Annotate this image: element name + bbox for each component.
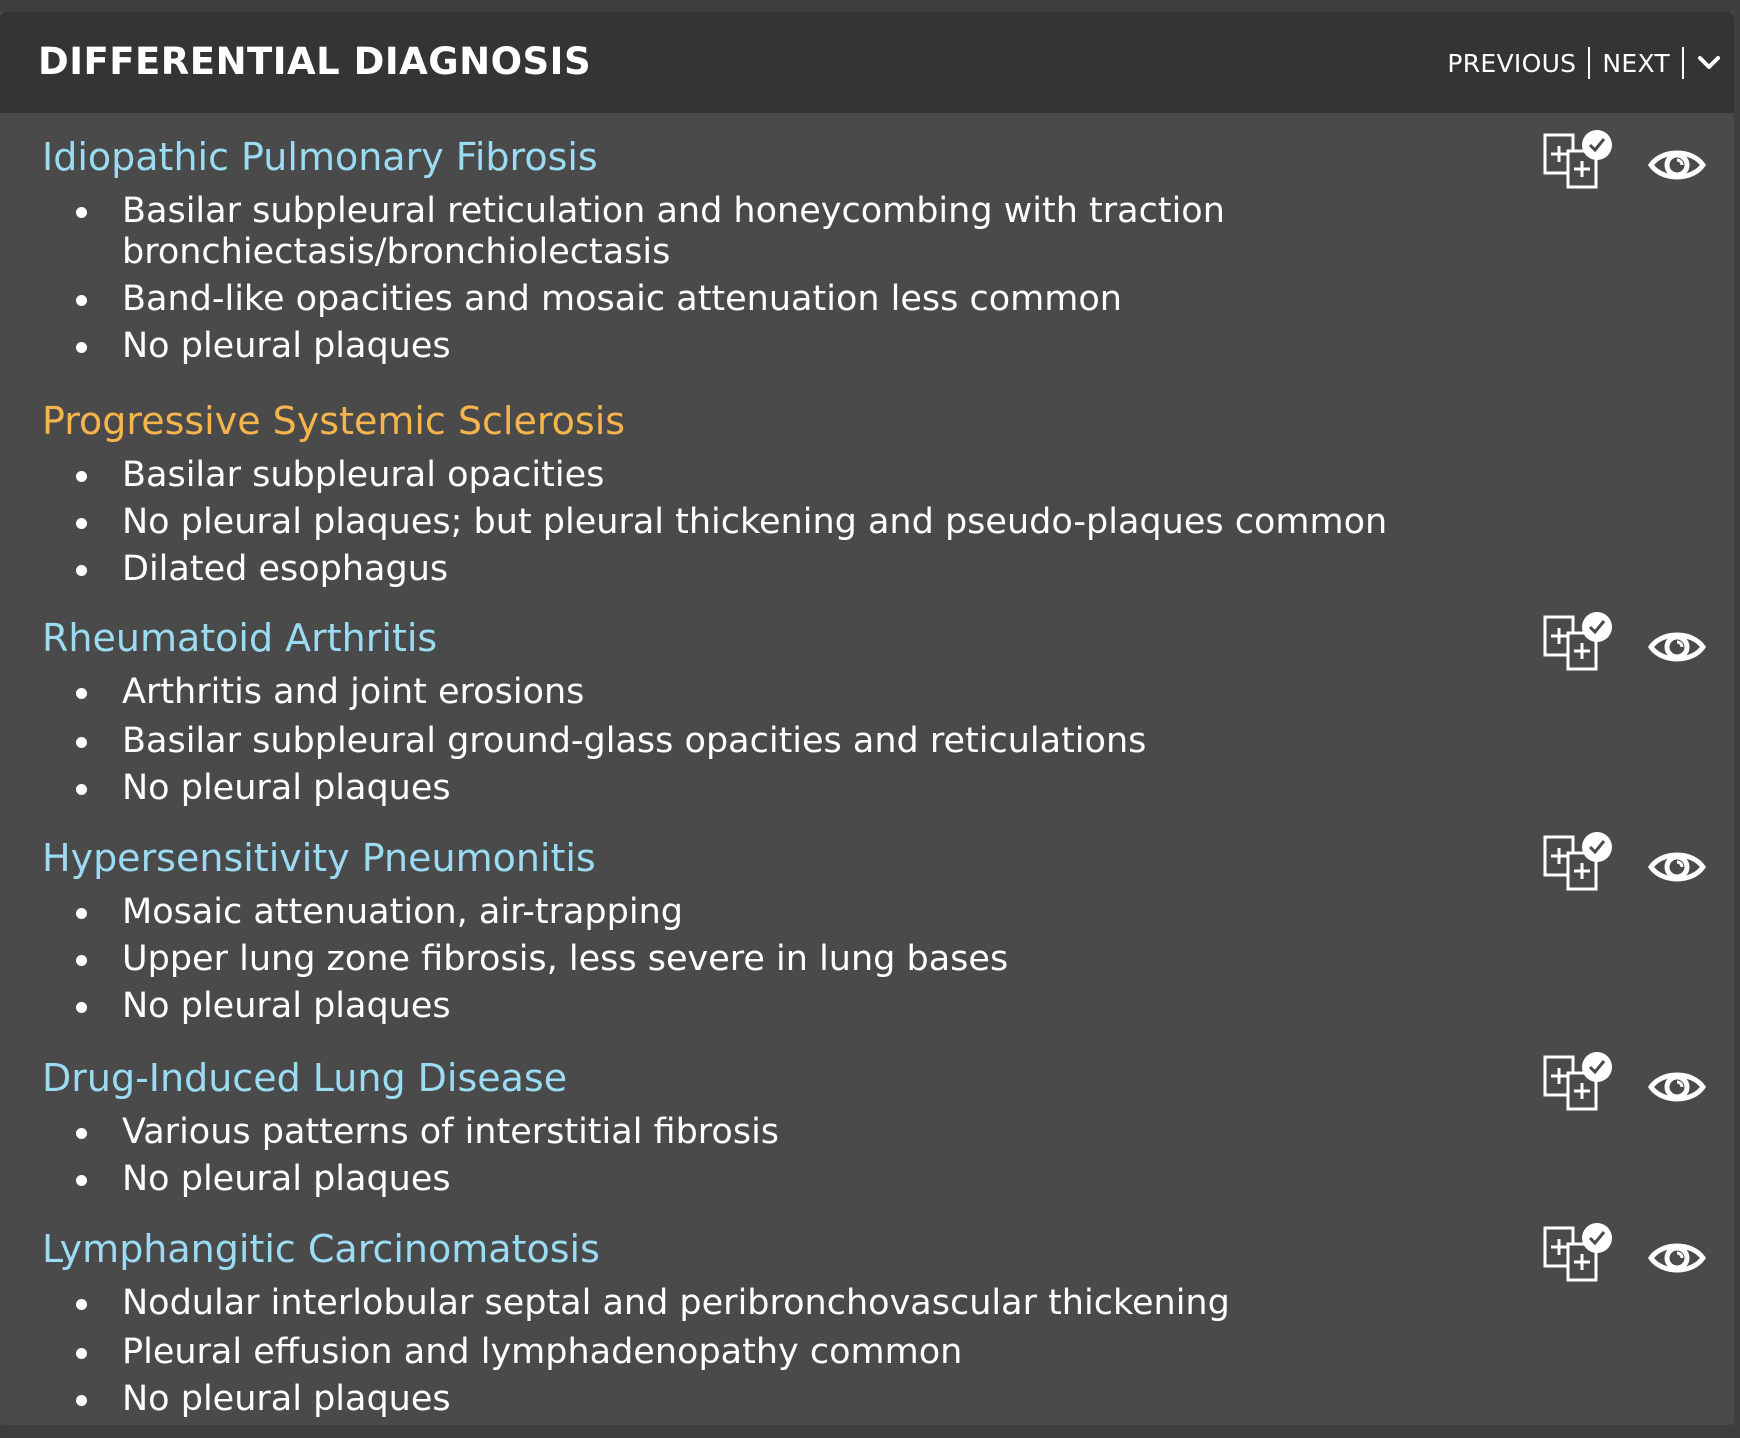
- finding-item: Nodular interlobular septal and peribron…: [0, 1283, 1230, 1324]
- nav-divider: [1682, 47, 1684, 79]
- finding-item: Dilated esophagus: [0, 549, 1387, 590]
- finding-text: bronchiectasis/bronchiolectasis: [122, 232, 671, 272]
- finding-text: No pleural plaques: [122, 986, 451, 1026]
- finding-text: No pleural plaques: [122, 1159, 451, 1199]
- finding-item: No pleural plaques: [0, 768, 1146, 809]
- bullet-dot: [76, 955, 87, 966]
- finding-item: Basilar subpleural ground-glass opacitie…: [0, 721, 1146, 762]
- finding-list: Various patterns of interstitial fibrosi…: [0, 1112, 779, 1200]
- next-link[interactable]: NEXT: [1602, 49, 1670, 78]
- bullet-dot: [76, 1175, 87, 1186]
- finding-list: Basilar subpleural opacities No pleural …: [0, 455, 1387, 590]
- bullet-dot: [76, 518, 87, 529]
- finding-text: No pleural plaques: [122, 1379, 451, 1419]
- finding-list: Basilar subpleural reticulation and hone…: [0, 191, 1225, 367]
- finding-text: Basilar subpleural reticulation and hone…: [122, 191, 1225, 231]
- finding-item: Basilar subpleural opacities: [0, 455, 1387, 496]
- chevron-down-icon[interactable]: [1696, 50, 1722, 76]
- panel-header: DIFFERENTIAL DIAGNOSIS PREVIOUS NEXT: [0, 12, 1734, 113]
- diagnosis-title-link[interactable]: Lymphangitic Carcinomatosis: [42, 1227, 600, 1271]
- finding-item: No pleural plaques; but pleural thickeni…: [0, 502, 1387, 543]
- diagnosis-title-link[interactable]: Drug-Induced Lung Disease: [42, 1056, 567, 1100]
- diagnosis-title-link[interactable]: Idiopathic Pulmonary Fibrosis: [42, 135, 598, 179]
- finding-text: No pleural plaques: [122, 326, 451, 366]
- finding-text: Various patterns of interstitial fibrosi…: [122, 1112, 780, 1152]
- bullet-dot: [76, 1299, 87, 1310]
- bullet-dot: [76, 295, 87, 306]
- differential-diagnosis-panel: DIFFERENTIAL DIAGNOSIS PREVIOUS NEXT Idi…: [0, 12, 1734, 1425]
- eye-icon[interactable]: [1647, 1065, 1707, 1113]
- bullet-dot: [76, 565, 87, 576]
- finding-item: No pleural plaques: [0, 986, 1008, 1027]
- finding-item: No pleural plaques: [0, 326, 1225, 367]
- bullet-dot: [76, 784, 87, 795]
- finding-text: Basilar subpleural ground-glass opacitie…: [122, 721, 1147, 761]
- finding-item: No pleural plaques: [0, 1379, 1230, 1420]
- finding-text: Band-like opacities and mosaic attenuati…: [122, 279, 1122, 319]
- finding-text: Mosaic attenuation, air-trapping: [122, 892, 683, 932]
- finding-list: Arthritis and joint erosions Basilar sub…: [0, 672, 1146, 809]
- compare-images-icon[interactable]: [1542, 829, 1614, 897]
- finding-list: Nodular interlobular septal and peribron…: [0, 1283, 1230, 1420]
- previous-link[interactable]: PREVIOUS: [1447, 49, 1576, 78]
- bullet-dot: [76, 1002, 87, 1013]
- diagnosis-title-link[interactable]: Progressive Systemic Sclerosis: [42, 399, 625, 443]
- finding-text: Basilar subpleural opacities: [122, 455, 605, 495]
- compare-images-icon[interactable]: [1542, 1049, 1614, 1117]
- finding-item: Various patterns of interstitial fibrosi…: [0, 1112, 779, 1153]
- bullet-dot: [76, 207, 87, 218]
- bullet-dot: [76, 471, 87, 482]
- compare-images-icon[interactable]: [1542, 1220, 1614, 1288]
- eye-icon[interactable]: [1647, 1236, 1707, 1284]
- diagnosis-title-link[interactable]: Rheumatoid Arthritis: [42, 616, 437, 660]
- bullet-dot: [76, 908, 87, 919]
- bullet-dot: [76, 1128, 87, 1139]
- finding-text: Arthritis and joint erosions: [122, 672, 585, 712]
- finding-item: Upper lung zone fibrosis, less severe in…: [0, 939, 1008, 980]
- eye-icon[interactable]: [1647, 845, 1707, 893]
- finding-text: Pleural effusion and lymphadenopathy com…: [122, 1332, 963, 1372]
- panel-title: DIFFERENTIAL DIAGNOSIS: [38, 40, 592, 83]
- eye-icon[interactable]: [1647, 143, 1707, 191]
- finding-item: Mosaic attenuation, air-trapping: [0, 892, 1008, 933]
- eye-icon[interactable]: [1647, 625, 1707, 673]
- bullet-dot: [76, 1348, 87, 1359]
- finding-item-continuation: bronchiectasis/bronchiolectasis: [0, 232, 1225, 273]
- bullet-dot: [76, 737, 87, 748]
- bullet-dot: [76, 688, 87, 699]
- finding-text: Dilated esophagus: [122, 549, 449, 589]
- finding-text: No pleural plaques: [122, 768, 451, 808]
- diagnosis-title-link[interactable]: Hypersensitivity Pneumonitis: [42, 836, 596, 880]
- finding-item: No pleural plaques: [0, 1159, 779, 1200]
- bullet-dot: [76, 1395, 87, 1406]
- compare-images-icon[interactable]: [1542, 127, 1614, 195]
- finding-item: Arthritis and joint erosions: [0, 672, 1146, 713]
- compare-images-icon[interactable]: [1542, 609, 1614, 677]
- finding-text: Upper lung zone fibrosis, less severe in…: [122, 939, 1009, 979]
- finding-text: Nodular interlobular septal and peribron…: [122, 1283, 1230, 1323]
- finding-list: Mosaic attenuation, air-trapping Upper l…: [0, 892, 1008, 1027]
- header-nav: PREVIOUS NEXT: [1447, 44, 1722, 82]
- bullet-dot: [76, 342, 87, 353]
- finding-item: Basilar subpleural reticulation and hone…: [0, 191, 1225, 232]
- finding-item: Band-like opacities and mosaic attenuati…: [0, 279, 1225, 320]
- finding-text: No pleural plaques; but pleural thickeni…: [122, 502, 1388, 542]
- nav-divider: [1588, 47, 1591, 79]
- finding-item: Pleural effusion and lymphadenopathy com…: [0, 1332, 1230, 1373]
